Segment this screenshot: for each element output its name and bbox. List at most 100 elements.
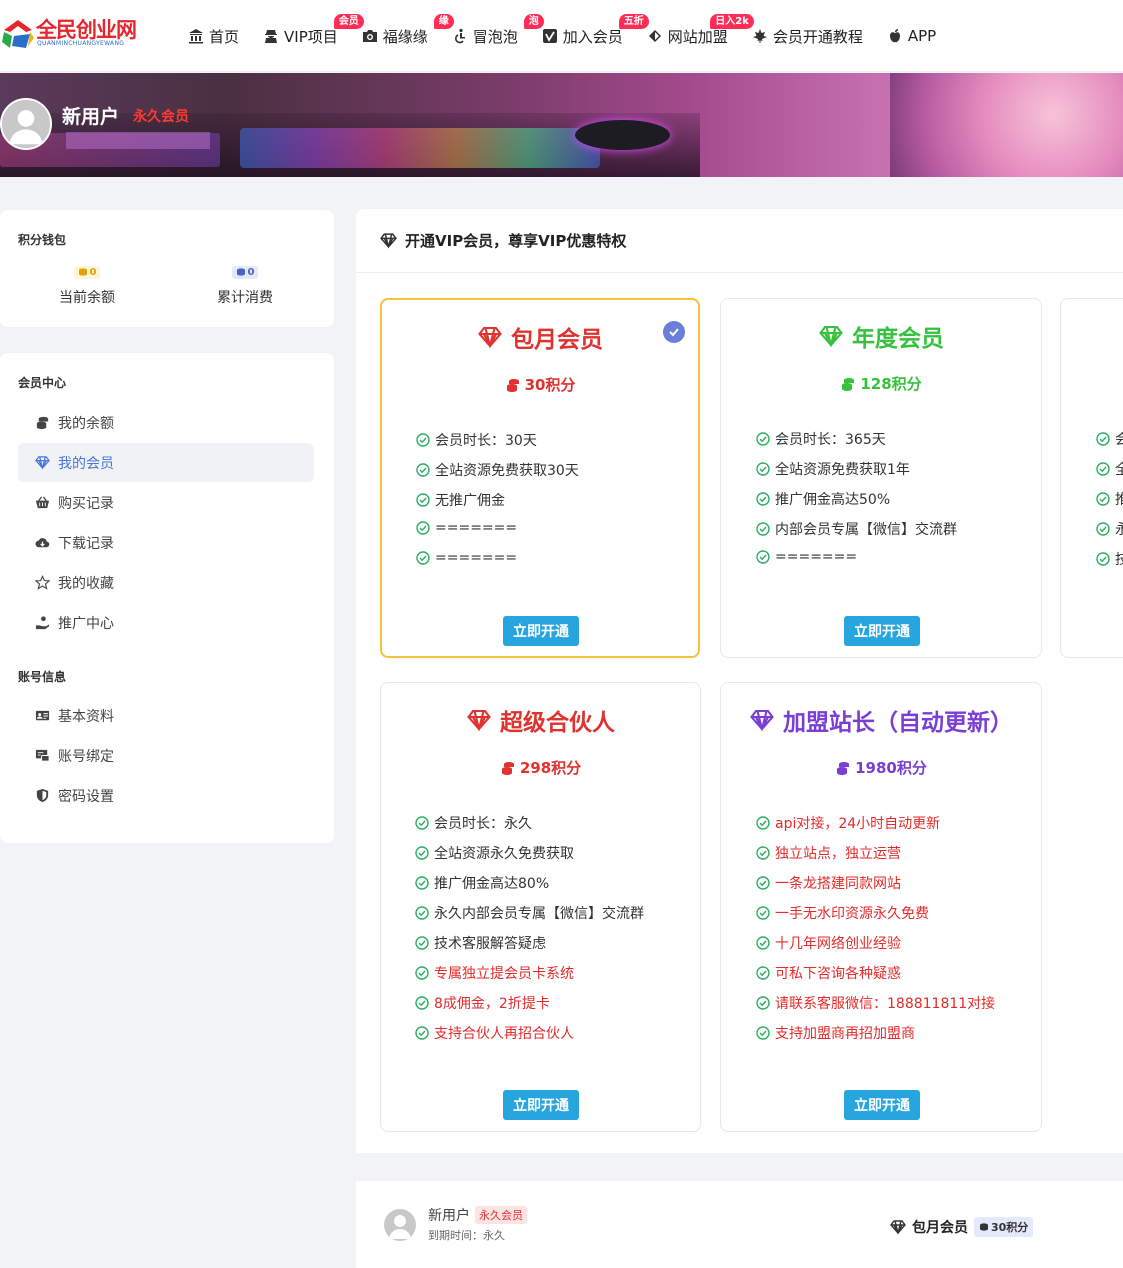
plan-card-super-partner[interactable]: 超级合伙人 298积分 会员时长：永久 全站资源永久免费获取 推广佣金高达80%…: [380, 682, 701, 1132]
sidebar-item-balance[interactable]: 我的余额: [18, 403, 314, 442]
wallet-balance[interactable]: 0 当前余额: [48, 265, 126, 307]
plan-feature: =======: [416, 520, 517, 536]
plan-feature: 内部会员专属【微信】交流群: [756, 519, 957, 539]
open-now-button[interactable]: 立即开通: [844, 1090, 920, 1120]
coins-icon: [501, 761, 514, 775]
diamond-icon: [380, 233, 397, 249]
nav-item-join-vip[interactable]: 加入会员 五折: [542, 14, 649, 56]
plan-feature-text: 永久内部会员专属【微信】交流群: [434, 906, 644, 922]
sidebar-item-promotion[interactable]: 推广中心: [18, 603, 314, 642]
plan-card-yearly[interactable]: 年度会员 128积分 会员时长：365天 全站资源免费获取1年 推广佣金高达50…: [720, 298, 1042, 658]
sidebar-item-download-records[interactable]: 下载记录: [18, 523, 314, 562]
nav-item-app[interactable]: APP: [887, 16, 936, 56]
sidebar-item-label: 基本资料: [58, 708, 114, 725]
plan-card-monthly[interactable]: 包月会员 30积分 会员时长：30天 全站资源免费获取30天 无推广佣金 ===…: [380, 298, 700, 658]
sidebar-item-label: 密码设置: [58, 788, 114, 805]
check-circle-icon: [415, 906, 429, 920]
plan-feature: 会员时长：永久: [415, 813, 532, 833]
plan-feature-text: 独立站点，独立运营: [775, 846, 901, 862]
top-navbar: 全民创业网 QUANMINCHUANGYEWANG 首页 VIP项目 会员 福缘…: [0, 0, 1123, 72]
sidebar-item-my-vip[interactable]: 我的会员: [18, 443, 314, 482]
check-circle-icon: [756, 522, 770, 536]
vip-section-header: 开通VIP会员，尊享VIP优惠特权: [356, 209, 1123, 273]
sidebar-item-password[interactable]: 密码设置: [18, 776, 314, 815]
check-circle-icon: [756, 432, 770, 446]
bank-icon: [188, 28, 204, 44]
check-circle-icon: [416, 463, 430, 477]
main-nav: 首页 VIP项目 会员 福缘缘 缘 冒泡泡 泡 加入会员 五折 网站加盟 日入2…: [188, 0, 960, 72]
plan-feature: api对接，24小时自动更新: [756, 813, 940, 833]
check-circle-icon: [415, 936, 429, 950]
shield-icon: [34, 788, 50, 804]
delicious-icon: [647, 28, 663, 44]
nav-badge: 缘: [433, 14, 454, 29]
plan-feature-text: 支持合伙人再招合伙人: [434, 1026, 574, 1042]
plan-feature-text: 会员时长：30天: [435, 433, 537, 449]
nav-item-tutorial[interactable]: 会员开通教程: [752, 16, 863, 56]
plan-feature-text: 无推广佣金: [435, 493, 505, 509]
plan-price: 30积分: [382, 374, 698, 395]
check-circle-icon: [1096, 462, 1110, 476]
user-name: 新用户: [62, 106, 120, 128]
diamond-icon: [34, 455, 50, 471]
hand-coin-icon: [34, 615, 50, 631]
sidebar-item-purchase-records[interactable]: 购买记录: [18, 483, 314, 522]
coins-icon: [980, 1223, 988, 1231]
wallet-spent[interactable]: 0 累计消费: [206, 265, 284, 307]
logo-subtitle: QUANMINCHUANGYEWANG: [37, 40, 125, 47]
nav-item-maopaopao[interactable]: 冒泡泡 泡: [452, 14, 544, 56]
check-circle-icon: [416, 433, 430, 447]
sidebar-item-profile[interactable]: 基本资料: [18, 696, 314, 735]
cloud-download-icon: [34, 535, 50, 551]
user-vip-label: 永久会员: [133, 109, 189, 125]
check-circle-icon: [415, 816, 429, 830]
coins-icon: [34, 415, 50, 431]
plan-feature: 一手无水印资源永久免费: [756, 903, 929, 923]
plan-title-text: 超级合伙人: [500, 710, 615, 736]
open-now-button[interactable]: 立即开通: [844, 616, 920, 646]
plan-feature-text: 一条龙搭建同款网站: [775, 876, 901, 892]
plan-feature: 独立站点，独立运营: [756, 843, 901, 863]
plan-feature: =======: [416, 550, 517, 566]
sidebar-item-label: 推广中心: [58, 615, 114, 632]
plan-title: 包月会员: [382, 320, 698, 354]
check-circle-icon: [756, 876, 770, 890]
check-circle-icon: [1096, 432, 1110, 446]
nav-item-site-franchise[interactable]: 网站加盟 日入2k: [647, 14, 754, 56]
star-icon: [34, 575, 50, 591]
plan-feature-text: 会员时长：永久: [434, 816, 532, 832]
check-circle-icon: [756, 966, 770, 980]
wallet-title: 积分钱包: [18, 233, 67, 247]
open-now-button[interactable]: 立即开通: [503, 616, 579, 646]
summary-expiry: 到期时间：永久: [428, 1229, 505, 1242]
plan-feature: 支持合伙人再招合伙人: [415, 1023, 574, 1043]
nav-label: 冒泡泡: [472, 27, 518, 46]
plan-feature: 全站资源免费获取30天: [416, 460, 579, 480]
plan-card-franchise[interactable]: 加盟站长（自动更新） 1980积分 api对接，24小时自动更新 独立站点，独立…: [720, 682, 1042, 1132]
diamond-icon: [750, 709, 774, 732]
wallet-panel: 积分钱包 0 当前余额 0 累计消费: [0, 210, 334, 327]
avatar[interactable]: [0, 98, 52, 150]
nav-item-vip-project[interactable]: VIP项目 会员: [263, 14, 364, 56]
plan-feature: 技术客服解答疑虑: [415, 933, 546, 953]
nav-item-home[interactable]: 首页: [188, 16, 239, 56]
site-logo[interactable]: 全民创业网 QUANMINCHUANGYEWANG: [0, 12, 140, 56]
sidebar-item-account-binding[interactable]: 账号绑定: [18, 736, 314, 775]
check-circle-icon: [1096, 552, 1110, 566]
sidebar-item-favorites[interactable]: 我的收藏: [18, 563, 314, 602]
nav-label: 福缘缘: [382, 27, 428, 46]
check-circle-icon: [1096, 522, 1110, 536]
plan-price: 1980积分: [721, 757, 1041, 778]
plan-title-text: 加盟站长（自动更新）: [783, 710, 1013, 736]
summary-user-name: 新用户: [428, 1208, 470, 1224]
plan-card-partial[interactable]: 会 全 推 永 技: [1060, 298, 1123, 658]
plan-feature-text: 请联系客服微信：188811811对接: [775, 996, 996, 1012]
check-circle-icon: [415, 966, 429, 980]
summary-plan-price: 30积分: [974, 1217, 1034, 1237]
basket-icon: [34, 495, 50, 511]
check-circle-icon: [756, 996, 770, 1010]
plan-feature-text: 可私下咨询各种疑惑: [775, 966, 901, 982]
nav-item-fuyuanyuan[interactable]: 福缘缘 缘: [362, 14, 454, 56]
check-circle-icon: [416, 521, 430, 535]
open-now-button[interactable]: 立即开通: [503, 1090, 579, 1120]
